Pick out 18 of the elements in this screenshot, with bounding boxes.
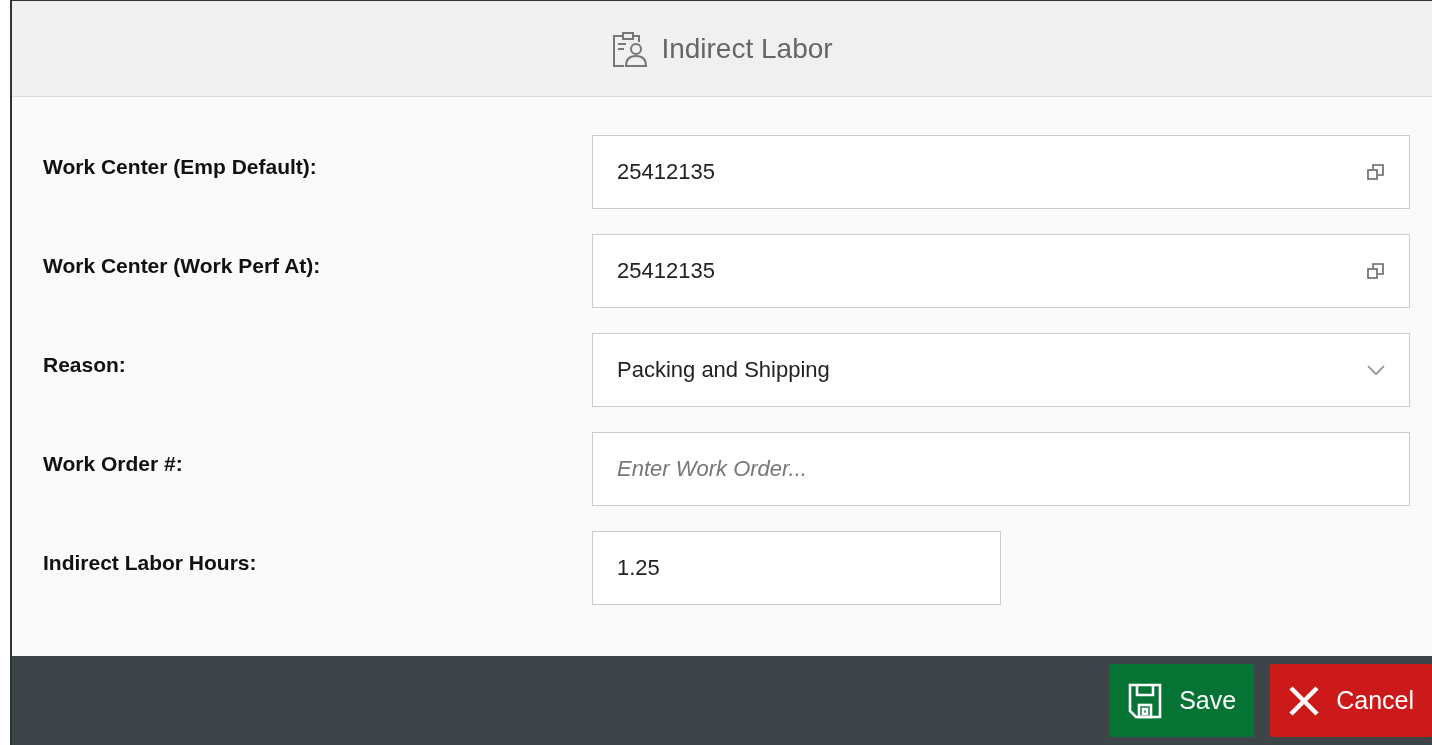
input-field[interactable]: 25412135 — [592, 135, 1410, 209]
dialog-title: Indirect Labor — [661, 32, 833, 65]
input-field[interactable]: Enter Work Order... — [592, 432, 1410, 506]
popout-icon[interactable] — [1366, 162, 1386, 182]
close-icon — [1288, 684, 1321, 717]
select-field[interactable]: Packing and Shipping — [592, 333, 1410, 407]
field-label: Work Center (Work Perf At): — [43, 253, 322, 278]
chevron-down-icon[interactable] — [1366, 364, 1386, 376]
field-label: Indirect Labor Hours: — [43, 550, 258, 575]
input-field[interactable]: 1.25 — [592, 531, 1001, 605]
input-field[interactable]: 25412135 — [592, 234, 1410, 308]
field-label: Work Order #: — [43, 451, 184, 476]
field-label: Work Center (Emp Default): — [43, 154, 318, 179]
field-label: Reason: — [43, 352, 127, 377]
cancel-button[interactable]: Cancel — [1270, 664, 1432, 737]
popout-icon[interactable] — [1366, 261, 1386, 281]
save-button[interactable]: Save — [1109, 664, 1255, 737]
clipboard-person-icon — [611, 29, 650, 68]
